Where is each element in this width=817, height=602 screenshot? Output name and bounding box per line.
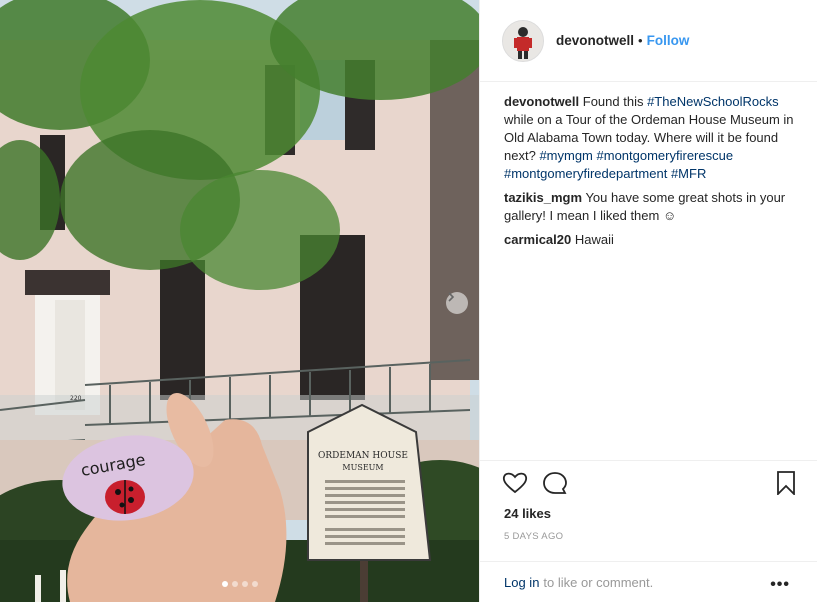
comment-username[interactable]: carmical20 bbox=[504, 232, 571, 247]
login-text: to like or comment. bbox=[543, 575, 654, 590]
bookmark-icon[interactable] bbox=[776, 471, 796, 495]
action-icons bbox=[502, 471, 568, 495]
sign-title: ORDEMAN HOUSE bbox=[318, 451, 408, 461]
carousel-next-button[interactable] bbox=[446, 292, 468, 314]
sign-subtitle: MUSEUM bbox=[342, 463, 383, 472]
heart-icon[interactable] bbox=[502, 471, 528, 495]
hashtag-link[interactable]: #montgomeryfirerescue bbox=[597, 148, 734, 163]
more-options-button[interactable]: ••• bbox=[770, 576, 790, 594]
carousel-indicator bbox=[0, 581, 479, 587]
login-link[interactable]: Log in bbox=[504, 575, 539, 590]
post-actions: 24 likes 5 DAYS AGO Log in to like or co… bbox=[480, 460, 817, 602]
comment: tazikis_mgm You have some great shots in… bbox=[504, 189, 794, 225]
caption-username[interactable]: devonotwell bbox=[504, 94, 579, 109]
door-number: 220 bbox=[70, 395, 82, 402]
comment-username[interactable]: tazikis_mgm bbox=[504, 190, 582, 205]
post-username[interactable]: devonotwell bbox=[556, 33, 634, 48]
post-timestamp: 5 DAYS AGO bbox=[504, 531, 564, 542]
post-header: devonotwell • Follow bbox=[480, 0, 817, 82]
photo-illustration: ORDEMAN HOUSE MUSEUM 220 courage bbox=[0, 0, 479, 602]
likes-count[interactable]: 24 likes bbox=[504, 506, 551, 521]
avatar[interactable] bbox=[502, 19, 544, 62]
hashtag-link[interactable]: #montgomeryfiredepartment bbox=[504, 166, 667, 181]
carousel-dot bbox=[251, 581, 258, 587]
follow-button[interactable]: Follow bbox=[647, 33, 690, 48]
post-side-panel: devonotwell • Follow devonotwell Found t… bbox=[479, 0, 817, 602]
caption: devonotwell Found this #TheNewSchoolRock… bbox=[504, 93, 794, 183]
firefighter-avatar-icon bbox=[503, 20, 543, 61]
header-separator: • bbox=[638, 33, 643, 48]
chevron-right-icon bbox=[448, 292, 455, 302]
comment: carmical20 Hawaii bbox=[504, 231, 794, 249]
hashtag-link[interactable]: #mymgm bbox=[539, 148, 592, 163]
post-photo[interactable]: ORDEMAN HOUSE MUSEUM 220 courage bbox=[0, 0, 479, 602]
hashtag-link[interactable]: #MFR bbox=[671, 166, 706, 181]
carousel-dot bbox=[221, 581, 228, 587]
comments-list: devonotwell Found this #TheNewSchoolRock… bbox=[504, 93, 794, 255]
login-prompt: Log in to like or comment. ••• bbox=[480, 561, 817, 602]
comment-icon[interactable] bbox=[542, 471, 568, 495]
hashtag-link[interactable]: #TheNewSchoolRocks bbox=[647, 94, 779, 109]
caption-text-start: Found this bbox=[582, 94, 644, 109]
comment-text: Hawaii bbox=[574, 232, 614, 247]
carousel-dot bbox=[231, 581, 238, 587]
carousel-dot bbox=[241, 581, 248, 587]
